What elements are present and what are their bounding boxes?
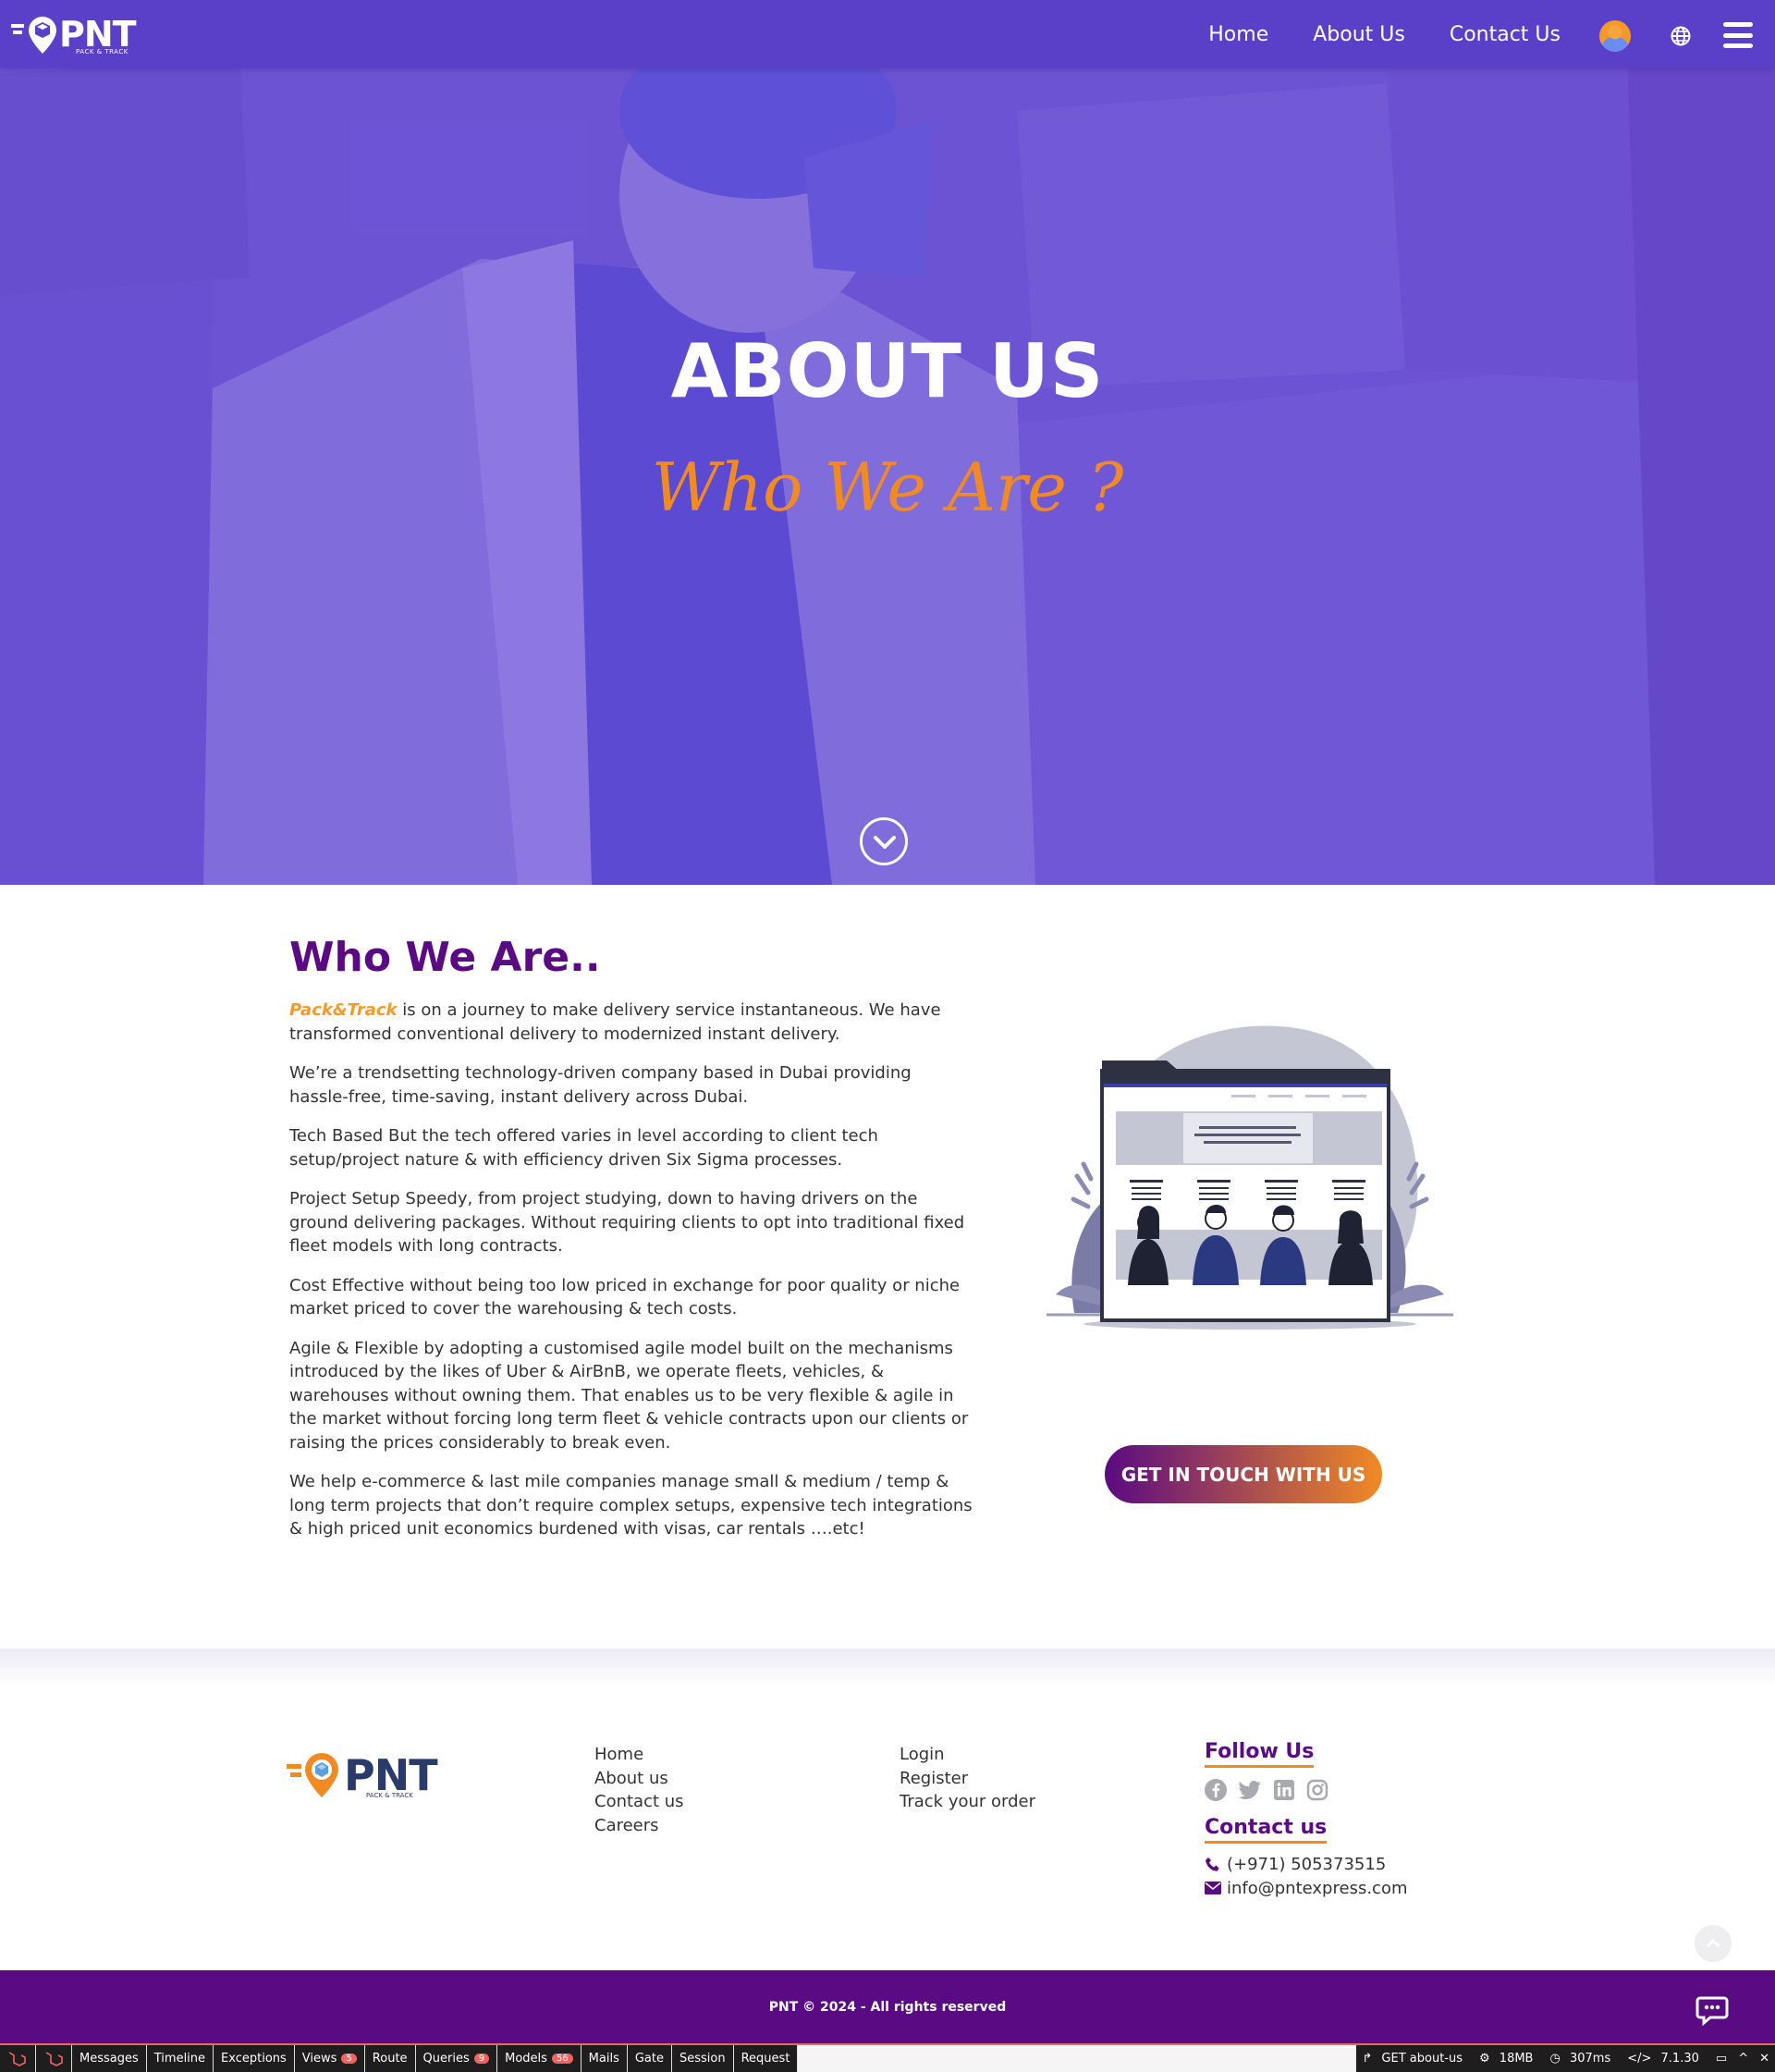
footer-links-account: Login Register Track your order [900,1743,1035,1814]
footer-link-contact[interactable]: Contact us [594,1790,684,1814]
back-to-top-button[interactable] [1695,1925,1732,1962]
user-avatar[interactable] [1599,20,1631,52]
debug-tab-messages[interactable]: Messages [72,2045,147,2072]
phone-number: (+971) 505373515 [1227,1855,1387,1874]
debug-stats: ↱ GET about-us ⚙ 18MB ◷ 307ms </> 7.1.30… [1356,2045,1775,2072]
logo-text: PNT [59,14,137,55]
footer-logo[interactable]: PNT PACK & TRACK [287,1749,438,1801]
debug-version: </> 7.1.30 [1627,2052,1699,2066]
footer-phone[interactable]: (+971) 505373515 [1205,1853,1408,1877]
debug-tab-exceptions[interactable]: Exceptions [214,2045,295,2072]
about-paragraph-3: Tech Based But the tech offered varies i… [289,1126,878,1170]
follow-us-heading: Follow Us [1205,1740,1315,1768]
chat-button[interactable] [1684,1981,1740,2037]
hero-subtitle: Who We Are ? [651,448,1124,526]
twitter-icon[interactable] [1238,1779,1262,1801]
footer-link-careers[interactable]: Careers [594,1814,684,1838]
about-heading: Who We Are.. [289,934,601,981]
footer-follow-contact: Follow Us Contact us (+971) 505373515 in… [1205,1740,1408,1900]
nav-home[interactable]: Home [1208,23,1268,46]
debug-tabs: Messages Timeline Exceptions Views 5 Rout… [0,2045,799,2072]
laravel-logo-icon[interactable] [36,2045,72,2072]
social-links [1205,1779,1408,1801]
laravel-logo-icon[interactable] [0,2045,36,2072]
facebook-icon[interactable] [1205,1779,1227,1801]
site-logo[interactable]: PNT PACK & TRACK [11,13,137,55]
hamburger-menu-icon[interactable] [1723,22,1753,48]
footer-logo-tagline: PACK & TRACK [366,1792,413,1799]
team-illustration [1047,1025,1453,1330]
about-paragraph-2: We’re a trendsetting technology-driven c… [289,1063,912,1107]
footer-link-about[interactable]: About us [594,1767,684,1791]
instagram-icon[interactable] [1306,1779,1328,1801]
close-icon[interactable]: ✕ [1754,2045,1775,2072]
about-paragraph-7: We help e-commerce & last mile companies… [289,1472,973,1539]
footer-email[interactable]: info@pntexpress.com [1205,1877,1408,1901]
email-address: info@pntexpress.com [1227,1878,1408,1898]
logo-pin-icon [287,1753,338,1797]
about-text: Pack&Track is on a journey to make deliv… [289,999,973,1557]
contact-us-heading: Contact us [1205,1816,1328,1844]
chevron-up-icon[interactable]: ^ [1732,2045,1754,2072]
debug-tab-models[interactable]: Models 56 [497,2045,581,2072]
debug-tab-route[interactable]: Route [364,2045,416,2072]
chevron-up-icon [1707,1939,1720,1947]
chat-bubble-icon [1695,1996,1729,2027]
globe-icon[interactable] [1671,26,1691,46]
chevron-down-icon [874,836,896,849]
brand-name: Pack&Track [289,1000,398,1020]
footer-link-register[interactable]: Register [900,1767,1035,1791]
debug-tab-mails[interactable]: Mails [581,2045,628,2072]
queries-count-badge: 9 [473,2054,490,2064]
logo-pin-icon [11,17,56,54]
about-paragraph-5: Cost Effective without being too low pri… [289,1275,961,1319]
footer-divider [0,1649,1775,1686]
models-count-badge: 56 [551,2054,573,2064]
debug-memory: ⚙ 18MB [1479,2052,1534,2066]
main-nav: Home About Us Contact Us [1164,0,1561,68]
about-paragraph-6: Agile & Flexible by adopting a customise… [289,1338,969,1453]
hero-overlay [0,0,1775,885]
copyright-bar: PNT © 2024 - All rights reserved [0,1970,1775,2043]
logo-tagline: PACK & TRACK [76,48,129,55]
hero-title: ABOUT US [670,328,1105,414]
hero-section: ABOUT US Who We Are ? [0,0,1775,885]
debug-tab-views[interactable]: Views 5 [294,2045,365,2072]
nav-contact-us[interactable]: Contact Us [1450,23,1561,46]
debug-tab-gate[interactable]: Gate [627,2045,672,2072]
debug-tab-queries[interactable]: Queries 9 [415,2045,498,2072]
phone-icon [1206,1857,1219,1871]
about-paragraph-1: Pack&Track is on a journey to make deliv… [289,1000,941,1044]
get-in-touch-button[interactable]: GET IN TOUCH WITH US [1105,1445,1382,1503]
debug-time: ◷ 307ms [1549,2052,1611,2066]
copyright-text: PNT © 2024 - All rights reserved [768,1999,1007,2015]
folder-icon[interactable]: ▭ [1710,2045,1732,2072]
debug-toolbar: Messages Timeline Exceptions Views 5 Rout… [0,2043,1775,2072]
about-paragraph-4: Project Setup Speedy, from project study… [289,1189,965,1256]
debug-tab-timeline[interactable]: Timeline [146,2045,214,2072]
envelope-icon [1205,1882,1221,1895]
debug-request-method[interactable]: ↱ GET about-us [1356,2045,1474,2072]
scroll-down-button[interactable] [860,817,908,865]
views-count-badge: 5 [341,2054,357,2064]
footer-link-track-order[interactable]: Track your order [900,1790,1035,1814]
footer-links-primary: Home About us Contact us Careers [594,1743,684,1837]
debug-tab-request[interactable]: Request [733,2045,799,2072]
top-navbar: PNT PACK & TRACK Home About Us Contact U… [0,0,1775,68]
linkedin-icon[interactable] [1273,1779,1295,1801]
nav-about-us[interactable]: About Us [1313,23,1405,46]
debug-tab-session[interactable]: Session [672,2045,734,2072]
footer-logo-text: PNT [344,1750,438,1800]
footer-link-home[interactable]: Home [594,1743,684,1767]
footer-link-login[interactable]: Login [900,1743,1035,1767]
